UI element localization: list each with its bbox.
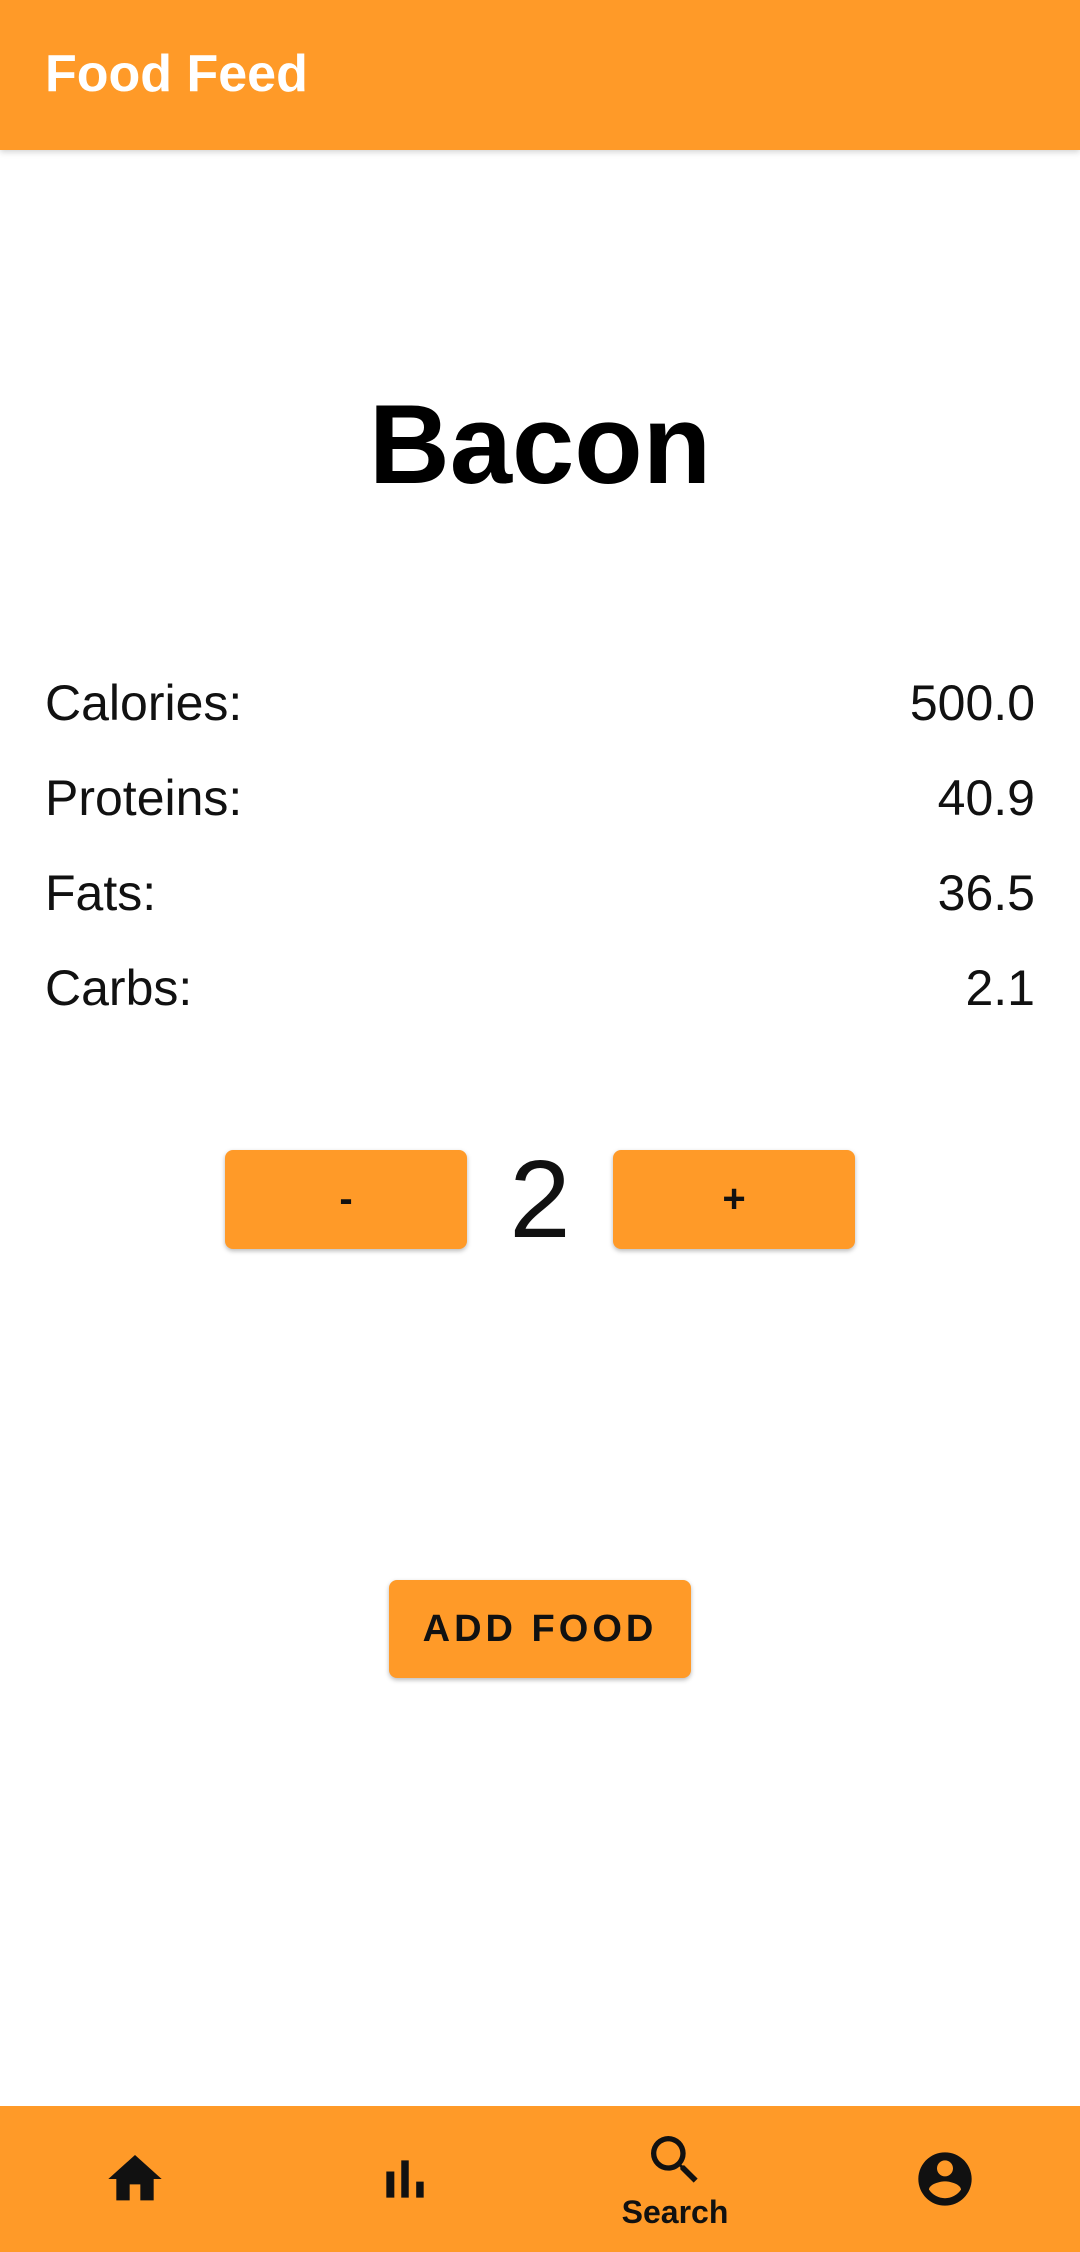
account-icon	[918, 2152, 972, 2206]
nutrient-value: 2.1	[965, 959, 1035, 1016]
nutrient-row-fats: Fats: 36.5	[45, 845, 1035, 940]
nutrient-label: Fats:	[45, 864, 157, 921]
home-icon	[108, 2155, 162, 2201]
nav-item-stats[interactable]	[270, 2106, 540, 2252]
bar-chart-icon	[386, 2160, 424, 2198]
nav-label-search: Search	[621, 2193, 729, 2230]
nutrient-value: 500.0	[909, 674, 1035, 731]
decrement-button[interactable]: -	[225, 1150, 467, 1249]
add-food-button[interactable]: ADD FOOD	[389, 1580, 691, 1678]
nav-item-search[interactable]: Search	[540, 2106, 810, 2252]
nav-item-home[interactable]	[0, 2106, 270, 2252]
nutrient-value: 40.9	[937, 769, 1035, 826]
app-title: Food Feed	[45, 45, 308, 103]
nutrient-list: Calories: 500.0 Proteins: 40.9 Fats: 36.…	[45, 655, 1035, 1035]
app-bar: Food Feed	[0, 0, 1080, 150]
increment-button[interactable]: +	[613, 1150, 855, 1249]
quantity-value: 2	[509, 1138, 571, 1261]
nutrient-row-proteins: Proteins: 40.9	[45, 750, 1035, 845]
nutrient-label: Proteins:	[45, 769, 243, 826]
nutrient-value: 36.5	[937, 864, 1035, 921]
food-name: Bacon	[368, 382, 712, 507]
nutrient-label: Calories:	[45, 674, 243, 731]
nutrient-label: Carbs:	[45, 959, 193, 1016]
nav-item-account[interactable]	[810, 2106, 1080, 2252]
search-icon	[651, 2135, 698, 2183]
nutrient-row-carbs: Carbs: 2.1	[45, 940, 1035, 1035]
nutrient-row-calories: Calories: 500.0	[45, 655, 1035, 750]
bottom-navigation: Search	[0, 2106, 1080, 2252]
